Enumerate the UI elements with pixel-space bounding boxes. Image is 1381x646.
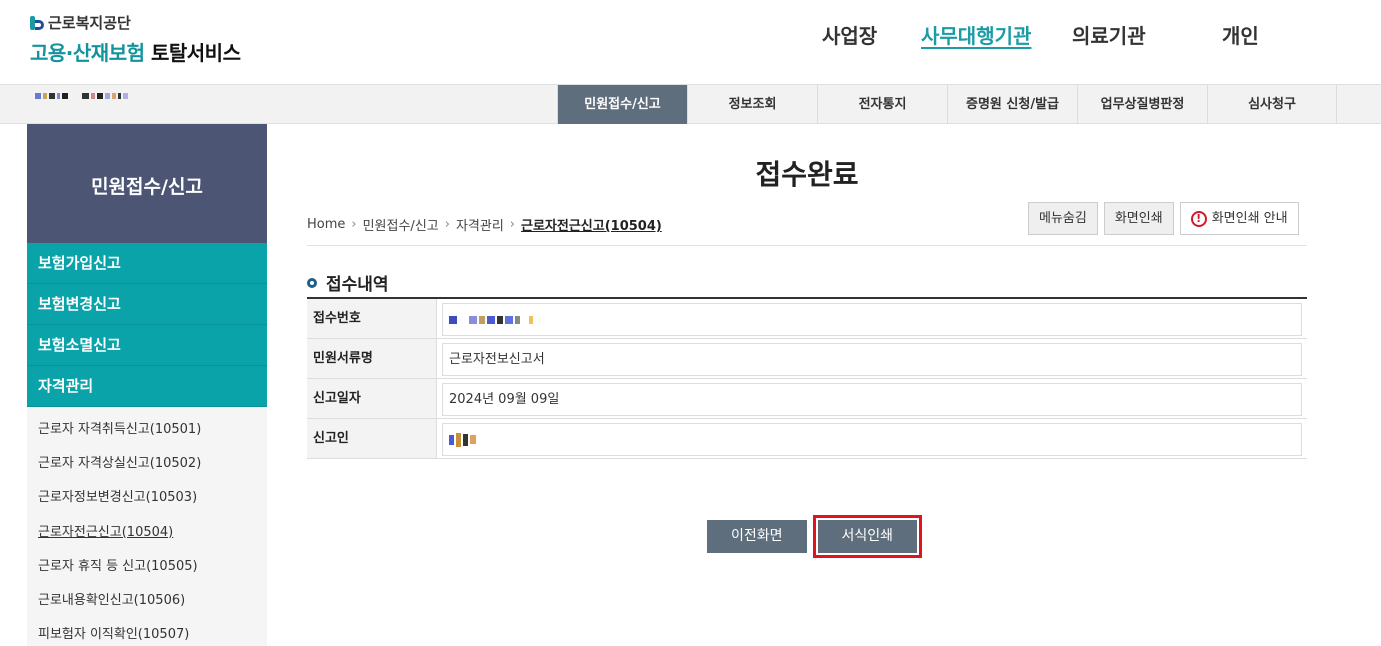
header: 근로복지공단 고용·산재보험 토탈서비스 사업장 사무대행기관 의료기관 개인	[0, 0, 1381, 84]
receipt-no-label: 접수번호	[307, 299, 437, 338]
tab-review-claim[interactable]: 심사청구	[1207, 85, 1337, 124]
bullet-icon	[307, 277, 317, 288]
table-row: 접수번호	[307, 299, 1307, 339]
table-row: 신고일자 2024년 09월 09일	[307, 379, 1307, 419]
logo-org: 근로복지공단	[48, 14, 131, 32]
report-date-field: 2024년 09월 09일	[442, 383, 1302, 416]
util-buttons: 메뉴숨김 화면인쇄 ! 화면인쇄 안내	[1028, 202, 1299, 235]
sidebar-sub-item[interactable]: 근로내용확인신고(10506)	[27, 584, 267, 618]
sub-tabs: 민원접수/신고 정보조회 전자통지 증명원 신청/발급 업무상질병판정 심사청구	[557, 85, 1337, 124]
page-title: 접수완료	[755, 158, 859, 191]
alert-icon: !	[1190, 210, 1207, 227]
table-row: 민원서류명 근로자전보신고서	[307, 339, 1307, 379]
highlight-frame: 서식인쇄	[812, 515, 923, 558]
logo-main-dark: 토탈서비스	[150, 41, 241, 65]
reporter-field	[442, 423, 1302, 456]
sidebar-sub-item-current[interactable]: 근로자전근신고(10504)	[27, 516, 267, 550]
logo-main-teal: 고용·산재보험	[30, 41, 145, 65]
breadcrumb-item[interactable]: 민원접수/신고	[363, 215, 439, 234]
tab-e-notice[interactable]: 전자통지	[817, 85, 947, 124]
sidebar-submenu: 근로자 자격취득신고(10501) 근로자 자격상실신고(10502) 근로자정…	[27, 407, 267, 646]
chevron-right-icon: ›	[351, 217, 357, 232]
divider	[307, 245, 1307, 246]
sub-nav-bar: 민원접수/신고 정보조회 전자통지 증명원 신청/발급 업무상질병판정 심사청구	[0, 84, 1381, 124]
sidebar-item-qualification[interactable]: 자격관리	[27, 366, 267, 407]
chevron-right-icon: ›	[444, 217, 450, 232]
report-date-label: 신고일자	[307, 379, 437, 418]
print-guide-label: 화면인쇄 안내	[1211, 211, 1288, 226]
sidebar-sub-item[interactable]: 근로자 자격취득신고(10501)	[27, 413, 267, 447]
sidebar-sub-item[interactable]: 근로자정보변경신고(10503)	[27, 481, 267, 515]
hide-menu-button[interactable]: 메뉴숨김	[1028, 202, 1098, 235]
tab-info-lookup[interactable]: 정보조회	[687, 85, 817, 124]
section-title: 접수내역	[307, 270, 389, 295]
print-guide-button[interactable]: ! 화면인쇄 안내	[1179, 202, 1299, 235]
gnb-workplace[interactable]: 사업장	[822, 20, 877, 49]
user-info-masked	[35, 93, 128, 99]
section-title-label: 접수내역	[326, 275, 389, 295]
breadcrumb: Home › 민원접수/신고 › 자격관리 › 근로자전근신고(10504)	[307, 215, 662, 234]
print-screen-button[interactable]: 화면인쇄	[1103, 202, 1174, 235]
reporter-label: 신고인	[307, 419, 437, 458]
logo[interactable]: 근로복지공단 고용·산재보험 토탈서비스	[30, 12, 241, 66]
breadcrumb-home[interactable]: Home	[307, 217, 345, 232]
prev-screen-button[interactable]: 이전화면	[707, 520, 807, 553]
tab-complaint-report[interactable]: 민원접수/신고	[557, 85, 687, 124]
breadcrumb-current[interactable]: 근로자전근신고(10504)	[521, 215, 662, 234]
sidebar-sub-item[interactable]: 근로자 자격상실신고(10502)	[27, 447, 267, 481]
receipt-table: 접수번호 민원서류명 근로자전보신고서 신고일자 2024년 09월 09일 신…	[307, 297, 1307, 459]
sidebar-item-insurance-close[interactable]: 보험소멸신고	[27, 325, 267, 366]
table-row: 신고인	[307, 419, 1307, 459]
print-form-button[interactable]: 서식인쇄	[817, 520, 918, 553]
receipt-no-field	[442, 303, 1302, 336]
tab-certificate[interactable]: 증명원 신청/발급	[947, 85, 1077, 124]
gnb-agency[interactable]: 사무대행기관	[921, 20, 1031, 49]
document-name-field: 근로자전보신고서	[442, 343, 1302, 376]
gnb-medical[interactable]: 의료기관	[1072, 20, 1146, 49]
gnb-personal[interactable]: 개인	[1222, 20, 1259, 49]
document-name-label: 민원서류명	[307, 339, 437, 378]
chevron-right-icon: ›	[509, 217, 515, 232]
sidebar-item-insurance-join[interactable]: 보험가입신고	[27, 243, 267, 284]
sidebar-title: 민원접수/신고	[91, 176, 203, 198]
logo-mark-icon	[30, 15, 44, 30]
tab-occupational-disease[interactable]: 업무상질병판정	[1077, 85, 1207, 124]
sidebar-hero: 민원접수/신고	[27, 124, 267, 243]
action-buttons: 이전화면 서식인쇄	[707, 515, 923, 558]
sidebar: 민원접수/신고 보험가입신고 보험변경신고 보험소멸신고 자격관리 근로자 자격…	[27, 124, 267, 646]
breadcrumb-item[interactable]: 자격관리	[456, 215, 504, 234]
sidebar-item-insurance-change[interactable]: 보험변경신고	[27, 284, 267, 325]
sidebar-sub-item[interactable]: 피보험자 이직확인(10507)	[27, 618, 267, 646]
sidebar-sub-item[interactable]: 근로자 휴직 등 신고(10505)	[27, 550, 267, 584]
